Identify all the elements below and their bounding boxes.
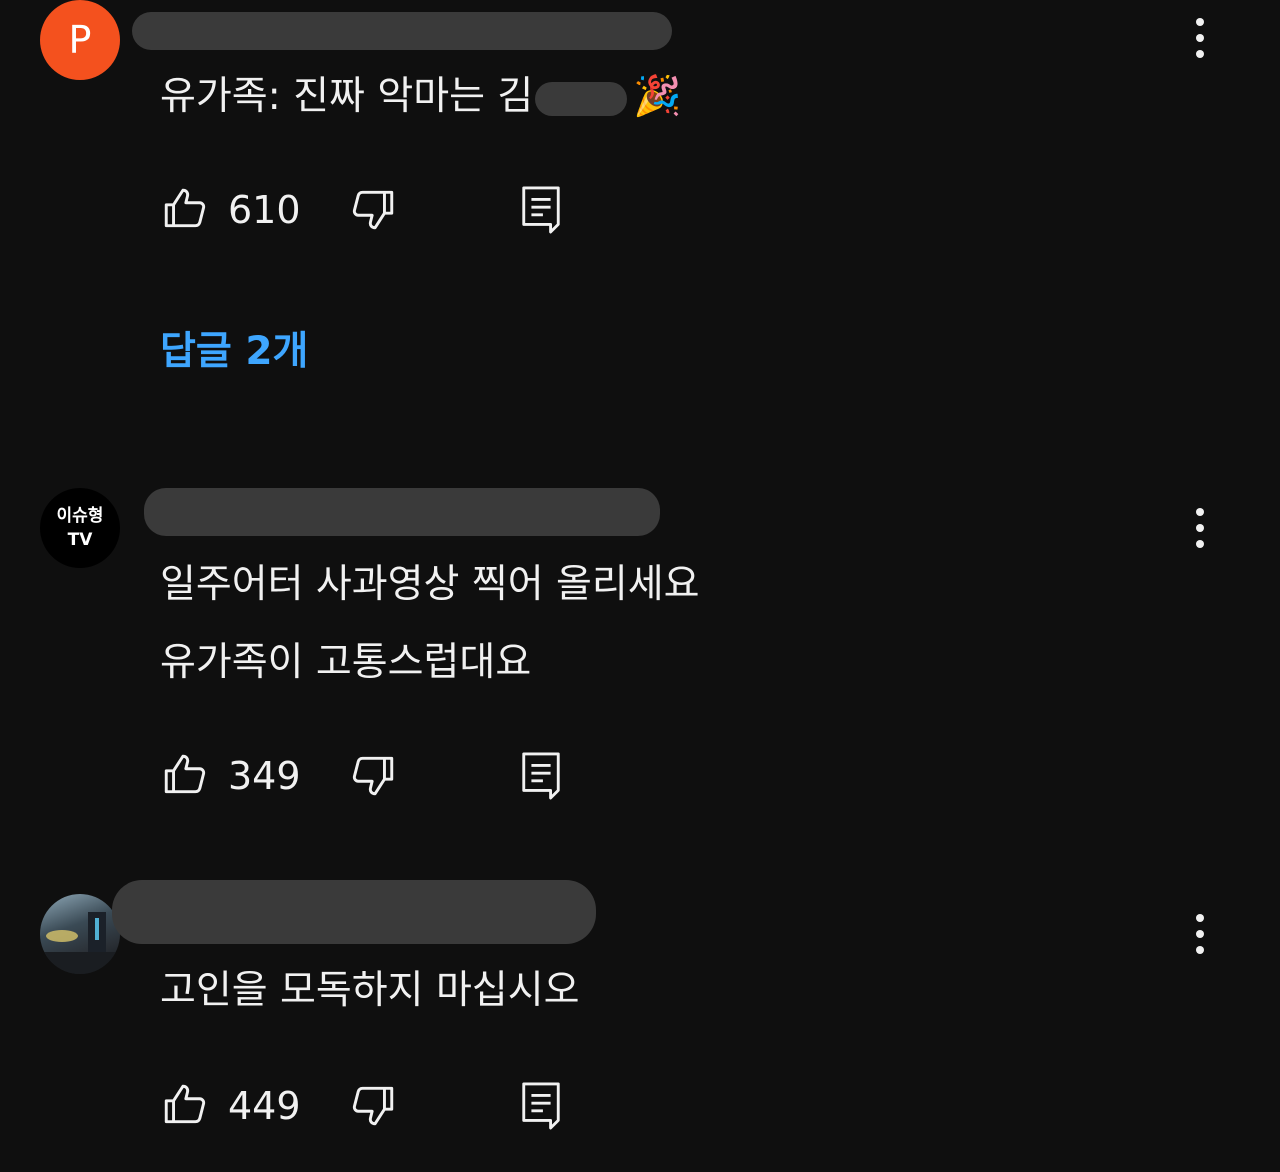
comment-text: 일주어터 사과영상 찍어 올리세요 유가족이 고통스럽대요 (160, 546, 700, 702)
reply-icon[interactable] (518, 750, 564, 802)
comment-line: 유가족이 고통스럽대요 (160, 640, 532, 685)
view-replies-link[interactable]: 답글 2개 (160, 322, 308, 382)
avatar-line: 이슈형 (56, 506, 104, 526)
party-popper-emoji: 🎉 (633, 74, 682, 119)
like-count: 610 (228, 188, 301, 232)
avatar[interactable]: 이슈형 TV (40, 488, 120, 568)
like-count: 449 (228, 1084, 301, 1128)
thumbs-down-icon[interactable] (348, 1080, 398, 1130)
thumbs-up-icon[interactable] (160, 750, 210, 800)
comment-line: 일주어터 사과영상 찍어 올리세요 (160, 562, 700, 607)
thumbs-up-icon[interactable] (160, 1080, 210, 1130)
redacted-text (535, 81, 628, 116)
avatar-line: TV (67, 530, 93, 550)
comment-actions: 449 (160, 1076, 580, 1136)
more-options-button[interactable] (1180, 8, 1220, 68)
redacted-username (132, 12, 672, 50)
comment-text: 유가족: 진짜 악마는 김 🎉 (160, 58, 682, 136)
comment-line: 유가족: 진짜 악마는 김 (160, 74, 534, 119)
more-options-button[interactable] (1180, 498, 1220, 558)
comment-actions: 349 (160, 746, 580, 806)
comment-text: 고인을 모독하지 마십시오 (160, 952, 579, 1030)
comment-line: 고인을 모독하지 마십시오 (160, 968, 580, 1013)
avatar[interactable]: P (40, 0, 120, 80)
thumbs-up-icon[interactable] (160, 184, 210, 234)
more-options-button[interactable] (1180, 904, 1220, 964)
photo-avatar-image (40, 912, 120, 974)
photo-avatar[interactable] (40, 894, 120, 974)
redacted-username (144, 488, 660, 536)
avatar-letter: P (68, 18, 92, 62)
comments-list: P 유가족: 진짜 악마는 김 🎉 610 답글 2개 이슈형 TV 일주어터 … (0, 0, 1280, 1172)
redacted-username (112, 880, 596, 944)
thumbs-down-icon[interactable] (348, 184, 398, 234)
reply-icon[interactable] (518, 184, 564, 236)
comment-actions: 610 (160, 180, 580, 240)
like-count: 349 (228, 754, 301, 798)
thumbs-down-icon[interactable] (348, 750, 398, 800)
reply-icon[interactable] (518, 1080, 564, 1132)
